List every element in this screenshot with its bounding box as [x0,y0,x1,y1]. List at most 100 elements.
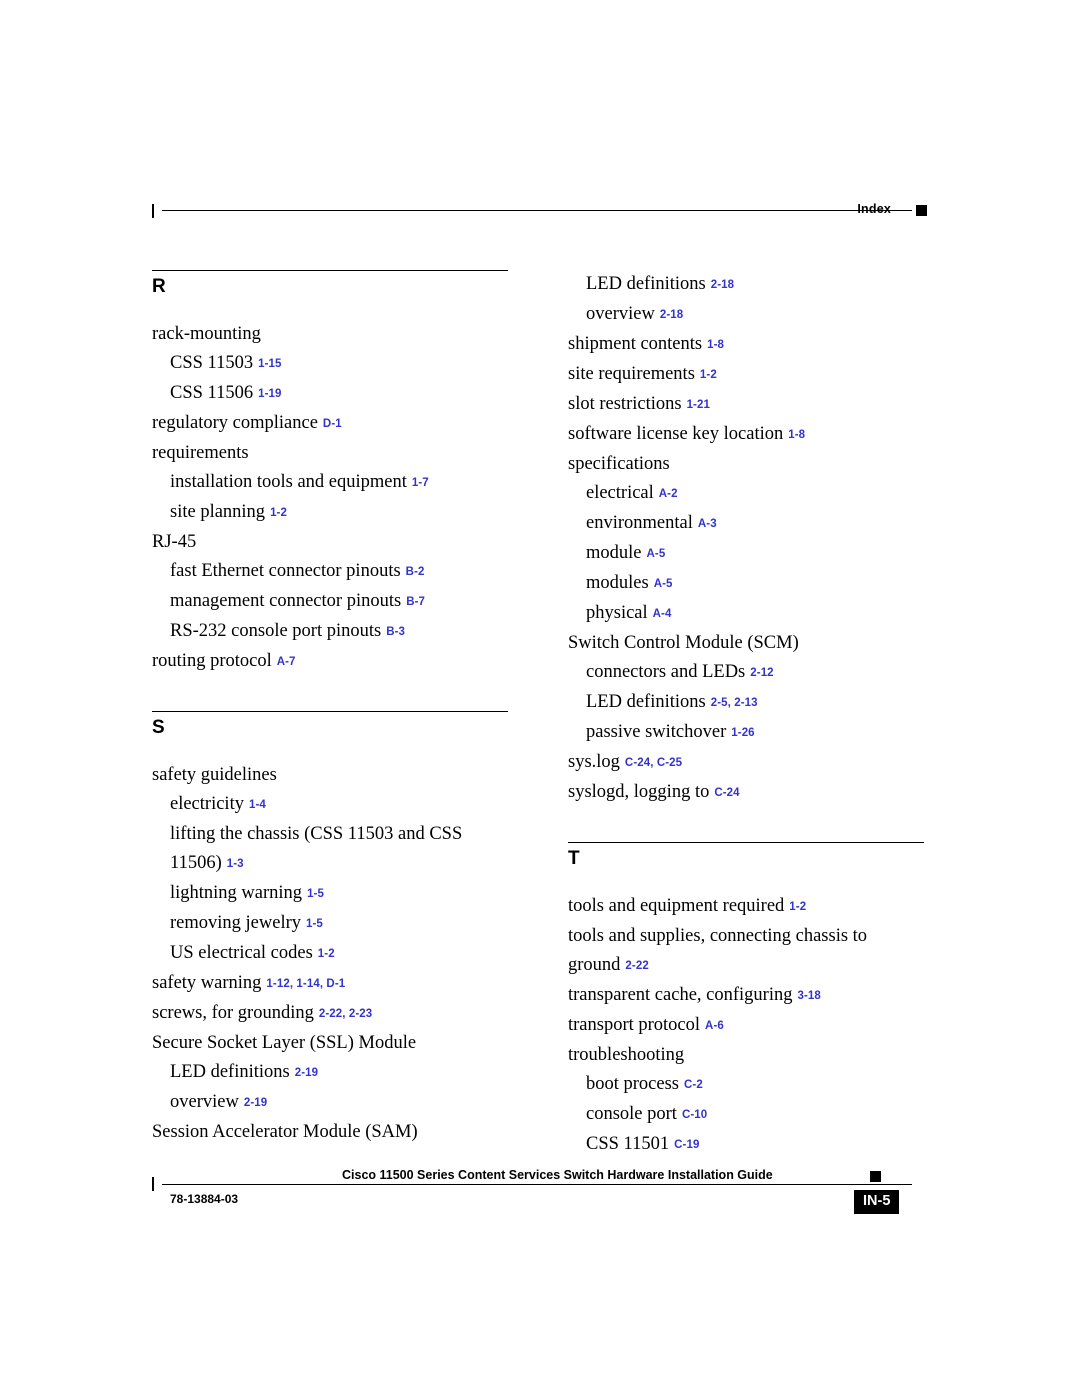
index-entry: Session Accelerator Module (SAM) [152,1118,512,1147]
index-entry-text: LED definitions [586,274,706,294]
index-entry-text: site planning [170,502,266,522]
index-entry-page-link[interactable]: 3-18 [797,990,820,1002]
index-entry-text: site requirements [568,364,695,384]
index-entry-text: transparent cache, configuring [568,985,793,1005]
index-entry: regulatory compliance D-1 [152,409,512,439]
index-entry: modules A-5 [586,569,928,599]
left-column: Rrack-mounting CSS 11503 1-15 CSS 11506 1-19… [152,270,512,1147]
index-entry: tools and supplies, connecting chassis t… [568,922,928,981]
index-entry-page-link[interactable]: 2-18 [711,279,734,291]
index-entry-page-link[interactable]: C-24, C-25 [625,757,682,769]
index-entry-page-link[interactable]: 1-12, 1-14, D-1 [266,978,345,990]
index-entry-page-link[interactable]: A-2 [659,488,678,500]
header-tick-mark [152,204,154,218]
index-entry-page-link[interactable]: 2-5, 2-13 [711,697,758,709]
index-entry-text: overview [170,1092,239,1112]
index-entry-text: CSS 11503 [170,353,254,373]
index-entry-text: boot process [586,1074,679,1094]
index-entry-page-link[interactable]: A-4 [653,608,672,620]
index-entry-text: console port [586,1104,677,1124]
index-entry: CSS 11506 1-19 [170,379,512,409]
section-rule [568,842,924,843]
footer-rule [162,1184,912,1185]
index-entry-page-link[interactable]: C-2 [684,1079,703,1091]
index-entry-text: LED definitions [170,1062,290,1082]
index-entry: LED definitions 2-5, 2-13 [586,688,928,718]
index-entry: sys.log C-24, C-25 [568,748,928,778]
index-entry: troubleshooting [568,1041,928,1070]
index-entry-page-link[interactable]: 1-2 [270,507,287,519]
index-entry-page-link[interactable]: 2-22 [625,960,648,972]
index-entry: Switch Control Module (SCM) [568,629,928,658]
index-entry: transport protocol A-6 [568,1011,928,1041]
index-entry-page-link[interactable]: 1-2 [700,369,717,381]
index-entry-text: specifications [568,454,670,474]
index-entry-text: regulatory compliance [152,413,318,433]
index-entry-page-link[interactable]: 1-8 [707,339,724,351]
index-entry-text: requirements [152,443,249,463]
section-letter-heading: R [152,276,166,297]
index-entry: requirements [152,439,512,468]
index-entry-page-link[interactable]: 1-19 [258,388,281,400]
index-entry-text: modules [586,573,649,593]
index-entry-page-link[interactable]: 2-19 [295,1067,318,1079]
index-entry-page-link[interactable]: 1-5 [307,888,324,900]
index-entry-page-link[interactable]: A-3 [698,518,717,530]
index-entry-text: overview [586,304,655,324]
index-entry-page-link[interactable]: 1-15 [258,358,281,370]
index-entry-page-link[interactable]: D-1 [323,418,342,430]
index-entry-page-link[interactable]: 1-8 [788,429,805,441]
index-entry-text: Session Accelerator Module (SAM) [152,1122,418,1142]
index-entry-page-link[interactable]: 1-2 [789,901,806,913]
index-entry-page-link[interactable]: C-10 [682,1109,707,1121]
index-entry-text: module [586,543,642,563]
index-entry: passive switchover 1-26 [586,718,928,748]
index-entry-page-link[interactable]: 1-7 [412,477,429,489]
index-entry: Secure Socket Layer (SSL) Module [152,1029,512,1058]
index-entry: specifications [568,450,928,479]
index-entry-page-link[interactable]: A-5 [647,548,666,560]
index-entry-page-link[interactable]: 1-3 [227,858,244,870]
index-entry-page-link[interactable]: 2-12 [750,667,773,679]
index-entry-page-link[interactable]: A-5 [654,578,673,590]
index-entry-text: electrical [586,483,654,503]
index-entry: fast Ethernet connector pinouts B-2 [170,557,512,587]
index-entry-page-link[interactable]: A-6 [705,1020,724,1032]
index-entry-page-link[interactable]: 1-4 [249,799,266,811]
footer-book-title: Cisco 11500 Series Content Services Swit… [342,1168,773,1182]
index-entry-page-link[interactable]: 2-22, 2-23 [319,1008,372,1020]
index-entry-text: passive switchover [586,722,727,742]
index-entry-page-link[interactable]: 1-5 [306,918,323,930]
header-rule [162,210,912,211]
index-entry-page-link[interactable]: B-2 [406,566,425,578]
index-entry: connectors and LEDs 2-12 [586,658,928,688]
index-entry-page-link[interactable]: 2-18 [660,309,683,321]
index-entry-page-link[interactable]: 1-2 [318,948,335,960]
index-entry-text: tools and supplies, connecting chassis t… [568,926,868,975]
index-entry: boot process C-2 [586,1070,928,1100]
section-rule [152,270,508,271]
index-entry: electricity 1-4 [170,790,512,820]
index-entry-text: tools and equipment required [568,896,785,916]
index-entry-page-link[interactable]: 1-26 [731,727,754,739]
index-entry: CSS 11501 C-19 [586,1130,928,1160]
index-entry-page-link[interactable]: C-19 [674,1139,699,1151]
index-entry-text: Secure Socket Layer (SSL) Module [152,1033,417,1053]
index-entry-text: physical [586,603,648,623]
index-entry-page-link[interactable]: C-24 [714,787,739,799]
index-entry-text: RJ-45 [152,532,197,552]
index-entry-text: Switch Control Module (SCM) [568,633,799,653]
index-entry: syslogd, logging to C-24 [568,778,928,808]
index-entry-text: rack-mounting [152,324,261,344]
index-entry-text: fast Ethernet connector pinouts [170,561,401,581]
index-entry-page-link[interactable]: B-3 [386,626,405,638]
index-entry-page-link[interactable]: A-7 [277,656,296,668]
index-entry-page-link[interactable]: B-7 [406,596,425,608]
index-entry: environmental A-3 [586,509,928,539]
index-entry: removing jewelry 1-5 [170,909,512,939]
index-entry-text: installation tools and equipment [170,472,407,492]
index-entry-page-link[interactable]: 2-19 [244,1097,267,1109]
index-entry: RJ-45 [152,528,512,557]
index-entry-page-link[interactable]: 1-21 [687,399,710,411]
